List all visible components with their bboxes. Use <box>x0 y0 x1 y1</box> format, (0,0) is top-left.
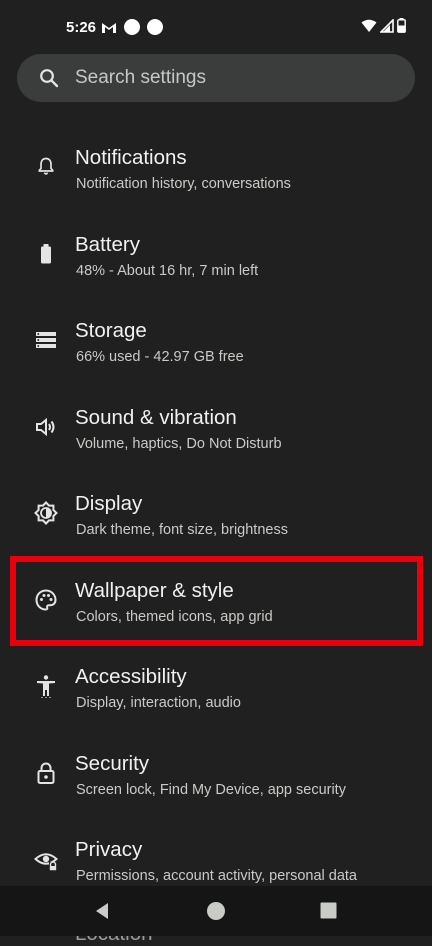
battery-status-icon <box>397 18 406 33</box>
item-subtitle: 48% - About 16 hr, 7 min left <box>76 262 259 279</box>
settings-item-security[interactable]: Security Screen lock, Find My Device, ap… <box>0 731 432 818</box>
item-subtitle: Display, interaction, audio <box>76 695 241 711</box>
item-subtitle: Dark theme, font size, brightness <box>76 522 288 538</box>
item-title: Sound & vibration <box>75 405 237 429</box>
home-icon[interactable] <box>206 901 226 921</box>
settings-item-storage[interactable]: Storage 66% used - 42.97 GB free <box>0 298 432 385</box>
lock-icon <box>37 762 55 784</box>
eye-icon <box>34 853 58 871</box>
notification-dot-icon <box>147 19 163 35</box>
storage-icon <box>36 332 56 348</box>
settings-item-accessibility[interactable]: Accessibility Display, interaction, audi… <box>0 644 432 731</box>
item-subtitle: Screen lock, Find My Device, app securit… <box>76 781 346 798</box>
settings-item-notifications[interactable]: Notifications Notification history, conv… <box>0 125 432 212</box>
settings-item-battery[interactable]: Battery 48% - About 16 hr, 7 min left <box>0 212 432 299</box>
search-input[interactable]: Search settings <box>75 67 206 89</box>
battery-icon <box>41 243 51 263</box>
item-subtitle: Colors, themed icons, app grid <box>76 608 273 625</box>
speaker-icon <box>36 417 55 436</box>
item-title: Security <box>75 751 150 775</box>
recents-icon[interactable] <box>320 902 337 919</box>
back-icon[interactable] <box>94 902 110 920</box>
item-title: Storage <box>75 319 147 342</box>
item-subtitle: Notification history, conversations <box>76 176 291 192</box>
item-title: Notifications <box>75 146 187 169</box>
brightness-icon <box>34 501 58 525</box>
settings-item-sound[interactable]: Sound & vibration Volume, haptics, Do No… <box>0 385 432 472</box>
item-title: Display <box>75 492 143 515</box>
settings-item-display[interactable]: Display Dark theme, font size, brightnes… <box>0 471 432 558</box>
wifi-icon <box>361 19 377 32</box>
item-title: Battery <box>75 232 140 256</box>
bell-icon <box>38 157 54 175</box>
navigation-bar <box>0 886 432 936</box>
palette-icon <box>35 588 57 611</box>
gmail-icon <box>102 22 116 33</box>
settings-list: Notifications Notification history, conv… <box>0 125 432 904</box>
item-title: Privacy <box>75 838 143 861</box>
accessibility-icon <box>37 675 55 698</box>
notification-dot-icon <box>124 19 140 35</box>
item-subtitle: Volume, haptics, Do Not Disturb <box>76 435 282 452</box>
search-icon <box>40 69 59 88</box>
status-bar: 5:26 <box>0 0 432 52</box>
item-subtitle: Permissions, account activity, personal … <box>76 868 358 884</box>
status-time: 5:26 <box>66 19 97 36</box>
search-bar[interactable]: Search settings <box>17 54 415 102</box>
item-title: Accessibility <box>75 665 187 688</box>
item-title: Wallpaper & style <box>75 578 234 602</box>
cell-signal-icon <box>380 18 394 33</box>
item-subtitle: 66% used - 42.97 GB free <box>76 349 244 365</box>
settings-item-wallpaper-style[interactable]: Wallpaper & style Colors, themed icons, … <box>0 558 432 645</box>
